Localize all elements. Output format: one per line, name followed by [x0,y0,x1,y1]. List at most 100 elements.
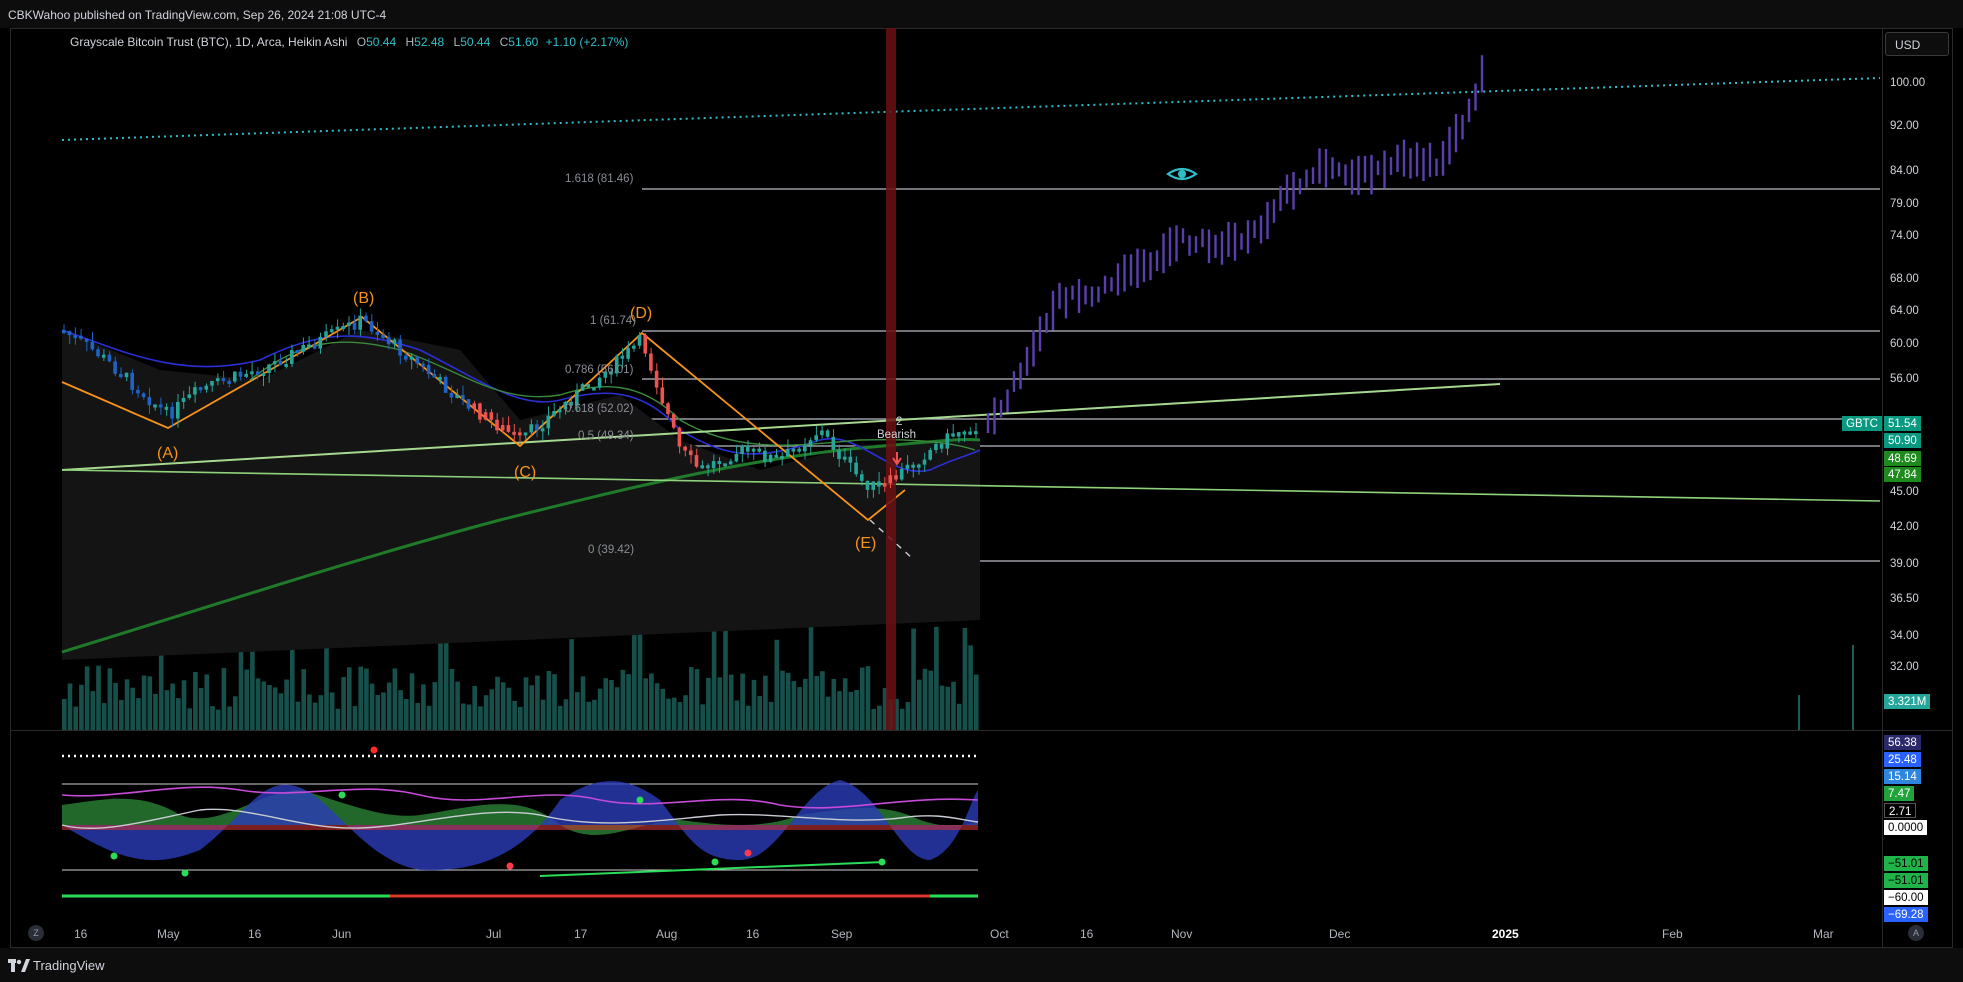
volume-bar [455,681,460,730]
dotted-resistance-line [61,77,1881,141]
volume-bar [956,703,962,730]
volume-bar [272,687,278,730]
volume-bar [181,680,187,730]
oscillator-pane [61,746,979,898]
volume-bar [842,678,848,730]
price-tick: 60.00 [1890,338,1919,350]
price-change: +1.10 (+2.17%) [545,35,629,49]
volume-bar [717,677,723,730]
volume-bar [848,691,854,730]
volume-bar [381,692,386,730]
ohlc-high-label: H [405,35,415,49]
ohlc-close: 51.60 [508,35,539,49]
volume-bar [466,704,472,730]
price-tick: 36.50 [1890,593,1919,605]
currency-button[interactable]: USD [1885,32,1949,56]
time-tick: Jul [486,927,502,941]
indicator-badge: 2.71 [1884,803,1917,818]
volume-bar [557,705,563,730]
volume-bar [860,667,865,730]
eye-icon[interactable] [1166,167,1198,181]
volume-bar [495,676,500,730]
volume-bar [1798,695,1800,730]
volume-bar [198,688,204,730]
volume-bar [757,696,762,730]
volume-bar [1852,645,1854,730]
volume-bar [233,696,238,730]
volume-bar [119,699,124,730]
volume-bar [614,687,620,730]
volume-bar [592,699,597,730]
volume-bar [392,668,398,730]
volume-bar [267,685,272,730]
volume-bar [398,690,403,730]
volume-bar [746,705,751,730]
indicator-badge: −60.00 [1884,890,1928,905]
chart-canvas[interactable]: (A) (B) (C) (D) (E) 1.618 (81.46) 1 (61.… [0,0,1963,982]
zoom-reset-button[interactable]: Z [28,925,44,941]
signal-count: 2 [896,416,902,428]
auto-scale-button[interactable]: A [1908,925,1924,941]
fib-label-0618: 0.618 (52.02) [565,403,634,415]
volume-bar [176,698,181,730]
volume-bar [244,669,249,730]
volume-bar [364,668,369,730]
volume-bar [962,627,968,730]
volume-bar [677,702,683,730]
volume-bar [939,685,945,730]
volume-bar [734,700,740,730]
fib-label-05: 0.5 (49.34) [578,430,634,442]
volume-bar [563,699,569,730]
volume-bar [472,686,477,730]
volume-bar [352,706,358,730]
volume-bar [107,668,113,730]
volume-bar [586,701,591,730]
volume-bar [643,678,648,730]
wave-label-c: (C) [514,464,536,481]
volume-bar [518,706,523,730]
volume-bar [290,649,295,730]
time-tick: Mar [1813,927,1834,941]
symbol-legend[interactable]: Grayscale Bitcoin Trust (BTC), 1D, Arca,… [70,35,628,49]
volume-bar [808,621,814,730]
symbol-badge: GBTC [1842,416,1882,431]
volume-bar [101,703,107,730]
time-tick: Feb [1662,927,1683,941]
ohlc-close-label: C [499,35,509,49]
time-tick: 17 [574,927,588,941]
price-tick: 92.00 [1890,120,1919,132]
volume-bar [951,681,956,730]
volume-bar [335,708,341,730]
price-tick: 100.00 [1890,77,1926,89]
volume-bar [153,693,158,730]
volume-bar [723,621,728,730]
volume-bar [204,674,210,730]
volume-bar [432,682,438,730]
volume-bar [312,702,318,730]
time-tick: 16 [248,927,262,941]
ohlc-high: 52.48 [414,35,445,49]
price-tick: 74.00 [1890,230,1919,242]
time-tick: Oct [990,927,1009,941]
event-highlight-band [886,28,896,730]
volume-bar [301,669,306,730]
volume-bar [506,687,512,730]
volume-bar [660,688,666,730]
volume-bar [768,701,774,730]
volume-bar [386,682,392,730]
indicator-badge: 7.47 [1884,786,1915,801]
volume-bar [347,667,352,730]
volume-bar [626,674,631,730]
volume-bar [785,672,791,730]
tradingview-brand[interactable]: TradingView [33,958,105,973]
volume-bar [221,668,227,730]
volume-bar [597,688,603,730]
ohlc-open-label: O [356,35,367,49]
volume-bar [136,698,141,730]
volume-bar [170,683,175,730]
volume-bar [426,705,432,730]
volume-bar [329,692,335,730]
volume-bar [295,701,301,730]
volume-bar [255,678,261,730]
volume-bar [968,645,973,730]
